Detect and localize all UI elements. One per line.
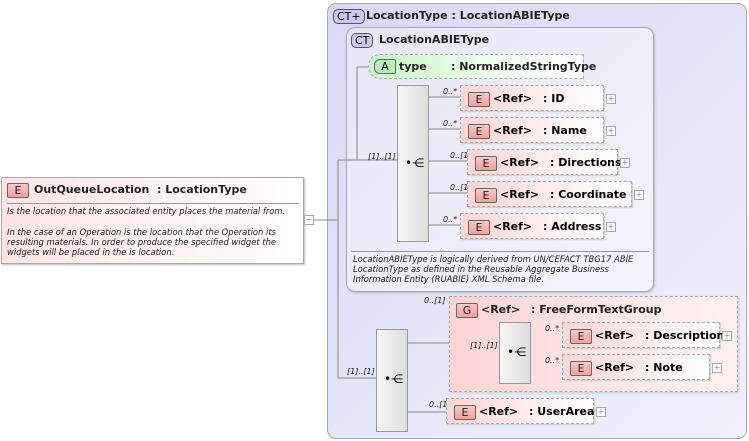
element-box[interactable]: E <Ref> : ID (460, 85, 604, 111)
element-cardinality: 0..* (443, 119, 458, 128)
group-ref: <Ref> (481, 303, 521, 316)
element-box[interactable]: E <Ref> : Description (562, 322, 724, 348)
sequence-compositor[interactable]: •⋲ (397, 85, 429, 242)
element-box[interactable]: E <Ref> : Directions (467, 149, 622, 175)
attribute-name: type (399, 60, 427, 73)
element-box[interactable]: E <Ref> : Coordinate (467, 181, 632, 207)
attribute-badge: A (374, 59, 396, 74)
element-ref: <Ref> (500, 156, 540, 169)
sequence-cardinality: [1]..[1] (347, 367, 375, 376)
element-badge: E (468, 220, 490, 235)
element-ref: <Ref> (479, 405, 519, 418)
element-cardinality: 0..* (443, 87, 458, 96)
element-cardinality: 0..* (545, 324, 560, 333)
element-badge: E (468, 124, 490, 139)
expand-toggle[interactable]: + (606, 222, 616, 232)
element-badge: E (570, 361, 592, 376)
sequence-compositor[interactable]: •⋲ (376, 329, 408, 432)
element-cardinality: 0..* (443, 215, 458, 224)
element-name: : Description (645, 329, 725, 342)
element-ref: <Ref> (493, 124, 533, 137)
expand-toggle[interactable]: + (606, 94, 616, 104)
sequence-icon: •⋲ (405, 156, 425, 170)
element-ref: <Ref> (500, 188, 540, 201)
expand-toggle[interactable]: + (712, 363, 722, 373)
element-name: : Name (543, 124, 587, 137)
element-box[interactable]: E <Ref> : Address (460, 213, 604, 239)
element-ref: <Ref> (595, 361, 635, 374)
sequence-icon: •⋲ (507, 345, 527, 359)
sequence-cardinality: [1]..[1] (368, 152, 396, 161)
element-name: : Address (543, 220, 602, 233)
expand-toggle[interactable]: + (634, 190, 644, 200)
element-badge: E (475, 188, 497, 203)
attribute-type: : NormalizedStringType (451, 60, 597, 73)
group-badge: G (456, 303, 478, 318)
element-badge: E (570, 329, 592, 344)
group-name: : FreeFormTextGroup (531, 303, 662, 316)
element-name: : Note (645, 361, 683, 374)
element-box[interactable]: E <Ref> : UserArea (446, 398, 594, 424)
element-badge: E (454, 405, 476, 420)
element-name: : Directions (550, 156, 622, 169)
element-badge: E (468, 92, 490, 107)
expand-toggle[interactable]: + (606, 126, 616, 136)
element-name: : UserArea (529, 405, 595, 418)
element-ref: <Ref> (493, 92, 533, 105)
attribute-type[interactable]: A type : NormalizedStringType (368, 54, 596, 79)
element-box[interactable]: E <Ref> : Note (562, 354, 710, 380)
element-ref: <Ref> (493, 220, 533, 233)
expand-toggle[interactable]: + (620, 158, 630, 168)
element-box[interactable]: E <Ref> : Name (460, 117, 604, 143)
element-cardinality: 0..* (545, 356, 560, 365)
sequence-icon: •⋲ (384, 372, 404, 386)
group-cardinality: 0..[1] (424, 296, 446, 305)
sequence-compositor[interactable]: •⋲ (499, 322, 531, 384)
element-ref: <Ref> (595, 329, 635, 342)
expand-toggle[interactable]: + (596, 407, 606, 417)
expand-toggle[interactable]: + (722, 331, 732, 341)
element-name: : Coordinate (550, 188, 627, 201)
sequence-cardinality: [1]..[1] (470, 341, 498, 350)
element-name: : ID (543, 92, 565, 105)
element-badge: E (475, 156, 497, 171)
